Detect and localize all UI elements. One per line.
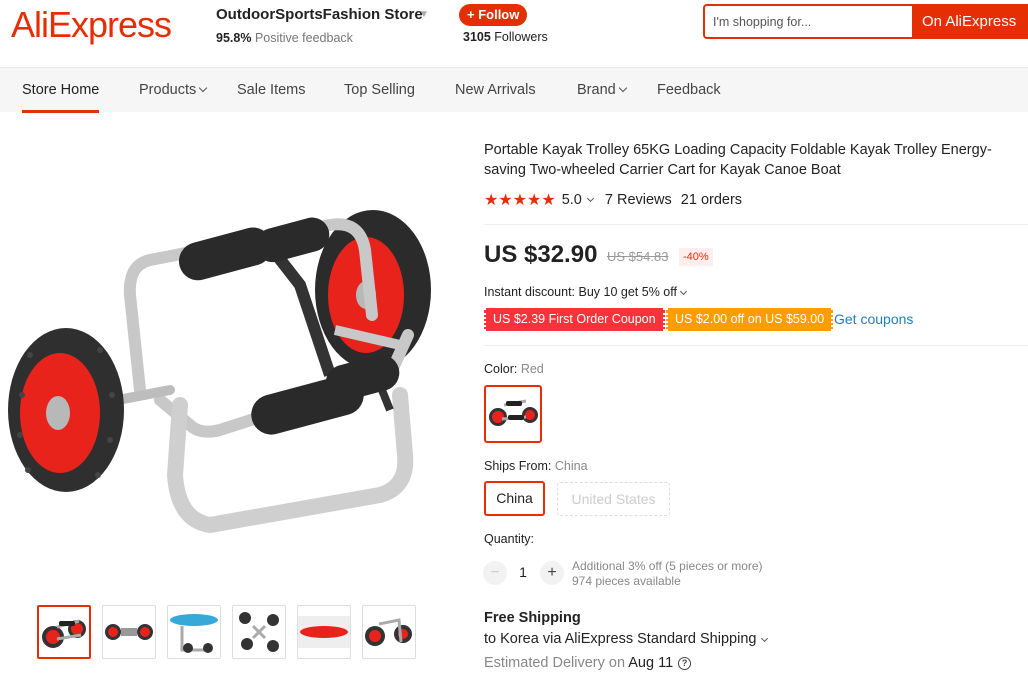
kayak-trolley-red-kayak-thumb-icon [298, 616, 350, 648]
ships-from-value: China [554, 459, 588, 473]
kayak-trolley-parts-thumb-icon [239, 612, 279, 652]
chevron-down-icon [618, 83, 627, 93]
estimated-delivery: Estimated Delivery on Aug 11? [484, 655, 692, 671]
thumbnail-4[interactable] [232, 605, 286, 659]
store-name[interactable]: OutdoorSportsFashion Store [216, 6, 423, 23]
divider [484, 345, 1028, 346]
feedback-percent: 95.8% [216, 31, 252, 45]
quantity-note: Additional 3% off (5 pieces or more) 974… [572, 559, 763, 589]
stock-available: 974 pieces available [572, 574, 681, 588]
shipping-destination[interactable]: to Korea via AliExpress Standard Shippin… [484, 631, 769, 647]
kayak-trolley-swatch-icon [489, 399, 538, 426]
ships-from-label: Ships From: China [484, 459, 588, 473]
nav-active-indicator [22, 110, 99, 113]
color-option-red[interactable] [484, 385, 542, 443]
delivery-label: Estimated Delivery on [484, 655, 626, 671]
threshold-coupon[interactable]: US $2.00 off on US $59.00 [666, 308, 834, 331]
rating-score[interactable]: 5.0 [562, 192, 582, 208]
nav-feedback[interactable]: Feedback [657, 82, 721, 98]
nav-sale-items[interactable]: Sale Items [237, 82, 306, 98]
ships-from-label-text: Ships From: [484, 459, 552, 473]
search-input[interactable] [713, 12, 903, 32]
kayak-trolley-folded-thumb-icon [105, 624, 153, 640]
thumbnail-2[interactable] [102, 605, 156, 659]
quantity-label: Quantity: [484, 532, 535, 546]
nav-top-selling[interactable]: Top Selling [344, 82, 415, 98]
followers-count: 3105 Followers [463, 30, 548, 44]
delivery-date: Aug 11 [628, 655, 674, 671]
orders-count: 21 orders [680, 192, 743, 208]
store-nav: Store Home Products Sale Items Top Selli… [0, 67, 1028, 113]
get-coupons-link[interactable]: Get coupons [834, 311, 913, 327]
original-price: US $54.83 [607, 249, 669, 264]
instant-discount-text: Instant discount: Buy 10 get 5% off [484, 285, 677, 299]
product-title: Portable Kayak Trolley 65KG Loading Capa… [484, 142, 992, 178]
quantity-increase-button[interactable]: + [540, 561, 564, 585]
followers-number: 3105 [463, 30, 491, 44]
nav-brand-label: Brand [577, 82, 616, 98]
chevron-down-icon [679, 287, 687, 296]
kayak-trolley-red-thumb-icon [42, 619, 86, 648]
rating-stars-icon: ★★★★★ [484, 192, 556, 209]
discount-badge: -40% [679, 248, 713, 266]
kayak-trolley-side-thumb-icon [365, 618, 412, 646]
store-header: AliExpress OutdoorSportsFashion Store ▼ … [0, 0, 1028, 67]
feedback-label: Positive feedback [254, 31, 353, 45]
store-dropdown-icon[interactable]: ▼ [419, 9, 429, 20]
ships-from-united-states[interactable]: United States [557, 482, 670, 516]
main-product-image[interactable] [0, 135, 470, 585]
store-feedback: 95.8% Positive feedback [216, 31, 353, 45]
help-icon[interactable]: ? [678, 657, 692, 670]
followers-label: Followers [494, 30, 548, 44]
kayak-trolley-blue-kayak-thumb-icon [170, 614, 218, 653]
thumbnail-6[interactable] [362, 605, 416, 659]
color-label: Color: Red [484, 362, 544, 376]
bulk-discount-note: Additional 3% off (5 pieces or more) [572, 559, 763, 573]
chevron-down-icon[interactable] [586, 194, 594, 202]
quantity-value[interactable]: 1 [512, 564, 534, 580]
reviews-link[interactable]: 7 Reviews [605, 192, 672, 208]
rating-row: ★★★★★ 5.0 7 Reviews 21 orders [484, 190, 742, 210]
search-button[interactable]: On AliExpress [912, 4, 1028, 39]
chevron-down-icon [198, 83, 208, 93]
nav-store-home[interactable]: Store Home [22, 82, 99, 98]
aliexpress-logo[interactable]: AliExpress [11, 4, 172, 46]
nav-brand[interactable]: Brand [577, 82, 627, 98]
search-box: On AliExpress [703, 4, 1028, 39]
thumbnail-3[interactable] [167, 605, 221, 659]
divider [484, 224, 1028, 225]
thumbnail-5[interactable] [297, 605, 351, 659]
free-shipping-label: Free Shipping [484, 610, 581, 626]
current-price: US $32.90 [484, 241, 598, 268]
nav-products[interactable]: Products [139, 82, 208, 98]
quantity-decrease-button[interactable]: − [483, 561, 507, 585]
instant-discount[interactable]: Instant discount: Buy 10 get 5% off [484, 285, 687, 299]
color-value: Red [520, 362, 544, 376]
chevron-down-icon [761, 634, 769, 643]
thumbnail-1[interactable] [37, 605, 91, 659]
follow-button[interactable]: + Follow [459, 4, 528, 26]
first-order-coupon[interactable]: US $2.39 First Order Coupon [484, 308, 665, 331]
shipping-destination-text: to Korea via AliExpress Standard Shippin… [484, 631, 757, 647]
nav-new-arrivals[interactable]: New Arrivals [455, 82, 536, 98]
ships-from-china[interactable]: China [484, 481, 545, 516]
nav-products-label: Products [139, 82, 197, 98]
kayak-trolley-image [8, 210, 431, 534]
color-label-text: Color: [484, 362, 518, 376]
